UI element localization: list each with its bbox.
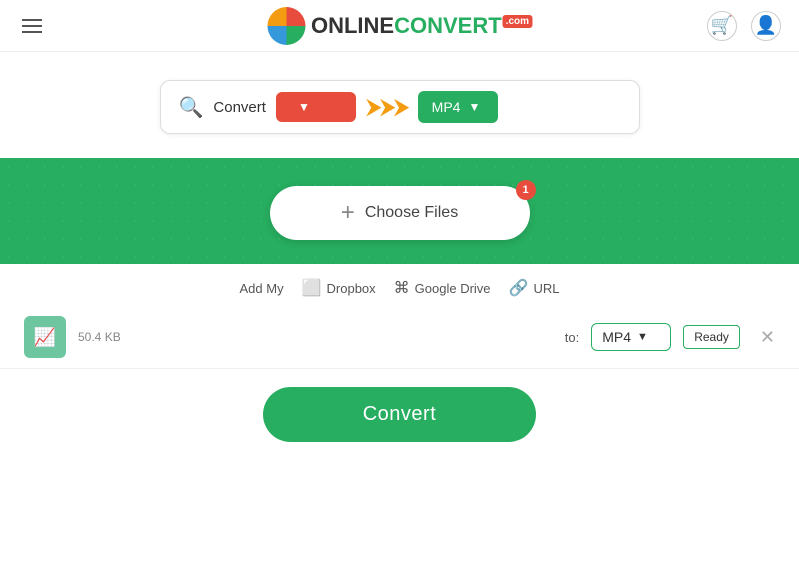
green-upload-section: + Choose Files 1 bbox=[0, 158, 799, 264]
logo-convert-text: CONVERT bbox=[394, 13, 502, 38]
convert-button[interactable]: Convert bbox=[263, 387, 537, 442]
file-thumbnail: 📈 bbox=[24, 316, 66, 358]
gdrive-icon: ⌘ bbox=[394, 278, 410, 298]
search-icon: 🔍 bbox=[179, 95, 204, 120]
url-icon: 🔗 bbox=[509, 278, 529, 298]
convert-section: Convert bbox=[0, 369, 799, 460]
logo-com-badge: .com bbox=[503, 15, 532, 28]
dropbox-icon: ⬜ bbox=[302, 278, 322, 298]
convert-label: Convert bbox=[213, 99, 266, 116]
file-size: 50.4 KB bbox=[78, 330, 553, 344]
to-dropdown-arrow: ▼ bbox=[468, 100, 480, 114]
search-section: 🔍 Convert ▼ ⮞⮞⮞ MP4 ▼ bbox=[0, 52, 799, 158]
url-option[interactable]: 🔗 URL bbox=[509, 278, 560, 298]
file-format-dropdown[interactable]: MP4 ▼ bbox=[591, 323, 671, 351]
file-count-badge: 1 bbox=[516, 180, 536, 200]
logo[interactable]: ONLINECONVERT.com bbox=[267, 7, 532, 45]
add-my-row: Add My ⬜ Dropbox ⌘ Google Drive 🔗 URL bbox=[0, 264, 799, 306]
from-format-dropdown[interactable]: ▼ bbox=[276, 92, 356, 122]
plus-icon: + bbox=[341, 199, 355, 227]
to-format-dropdown[interactable]: MP4 ▼ bbox=[418, 91, 498, 123]
hamburger-menu-icon[interactable] bbox=[18, 15, 46, 37]
user-icon[interactable]: 👤 bbox=[751, 11, 781, 41]
search-bar: 🔍 Convert ▼ ⮞⮞⮞ MP4 ▼ bbox=[160, 80, 640, 134]
header-left bbox=[18, 15, 46, 37]
dropbox-label: Dropbox bbox=[327, 281, 376, 296]
file-to-label: to: bbox=[565, 330, 579, 345]
remove-file-button[interactable]: ✕ bbox=[760, 327, 775, 348]
choose-files-label: Choose Files bbox=[365, 204, 458, 222]
cart-icon[interactable]: 🛒 bbox=[707, 11, 737, 41]
file-row: 📈 50.4 KB to: MP4 ▼ Ready ✕ bbox=[0, 306, 799, 369]
ready-status-badge: Ready bbox=[683, 325, 740, 349]
logo-online-text: ONLINE bbox=[311, 13, 394, 38]
logo-text: ONLINECONVERT.com bbox=[311, 13, 532, 39]
add-my-label: Add My bbox=[240, 281, 284, 296]
file-format-value: MP4 bbox=[602, 329, 631, 345]
url-label: URL bbox=[533, 281, 559, 296]
logo-circle-icon bbox=[267, 7, 305, 45]
file-format-dropdown-arrow: ▼ bbox=[637, 331, 648, 343]
from-dropdown-arrow: ▼ bbox=[298, 100, 310, 114]
convert-direction-icon: ⮞⮞⮞ bbox=[366, 94, 408, 120]
to-format-value: MP4 bbox=[432, 99, 461, 115]
header: ONLINECONVERT.com 🛒 👤 bbox=[0, 0, 799, 52]
gdrive-option[interactable]: ⌘ Google Drive bbox=[394, 278, 491, 298]
choose-files-button[interactable]: + Choose Files 1 bbox=[270, 186, 530, 240]
dropbox-option[interactable]: ⬜ Dropbox bbox=[302, 278, 376, 298]
gdrive-label: Google Drive bbox=[415, 281, 491, 296]
header-right: 🛒 👤 bbox=[707, 11, 781, 41]
